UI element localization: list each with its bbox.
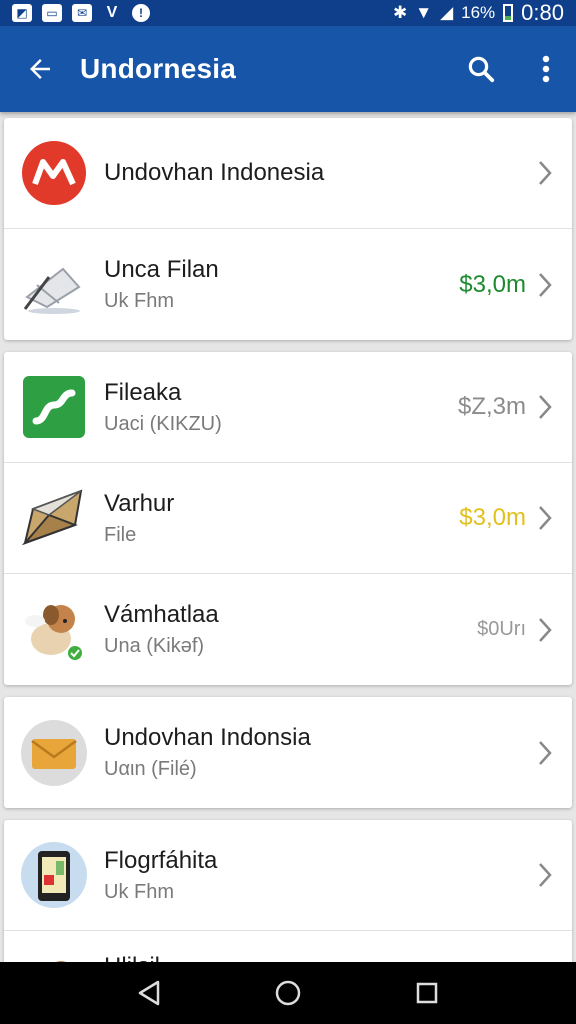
tablet-icon	[21, 842, 87, 908]
mail-envelope-icon	[21, 719, 87, 786]
nav-home-button[interactable]	[258, 963, 318, 1023]
list-item[interactable]: Undovhan Indonsia Uαιn (Filé)	[4, 697, 572, 808]
chevron-right-icon	[536, 352, 572, 462]
chevron-right-icon	[536, 697, 572, 808]
item-subtitle: Uaci (KIKZU)	[104, 412, 222, 435]
vpn-icon: V	[106, 4, 118, 21]
photo-icon: ▭	[42, 4, 62, 22]
app-list[interactable]: Undovhan Indonesia Unca Filan Uk Fhm $3,…	[0, 112, 576, 962]
mail-icon: ✉	[72, 4, 92, 22]
item-title: Undovhan Indonesia	[104, 159, 325, 186]
info-icon: !	[132, 4, 150, 22]
system-indicators: ✱ ▼ ◢ 16% 0:80	[393, 0, 564, 26]
item-subtitle: Uαιn (Filé)	[104, 758, 197, 780]
list-item[interactable]: Unca Filan Uk Fhm $3,0m	[4, 229, 572, 340]
nav-recents-button[interactable]	[397, 963, 457, 1023]
circle-home-icon	[275, 980, 301, 1006]
list-card: Undovhan Indonsia Uαιn (Filé)	[4, 697, 572, 808]
list-item[interactable]: Varhur File $3,0m	[4, 463, 572, 574]
more-vert-icon	[542, 55, 550, 83]
list-item[interactable]: Fileaka Uaci (KIKZU) $Z,3m	[4, 352, 572, 463]
battery-percent: 16%	[461, 3, 496, 22]
list-item[interactable]: Vámhatlaa Una (Kikǝf) $0Urı	[4, 574, 572, 685]
item-price: $0Urı	[477, 618, 526, 640]
file-edit-icon	[23, 267, 81, 314]
square-recents-icon	[416, 982, 437, 1004]
system-nav-bar	[0, 962, 576, 1024]
app-bar: Undornesia	[0, 26, 576, 112]
item-price: $3,0m	[459, 504, 526, 531]
brand-m-icon	[22, 141, 86, 205]
image-icon: ◩	[12, 4, 32, 22]
chevron-right-icon	[536, 820, 572, 930]
item-subtitle: Una (Kikǝf)	[104, 635, 205, 657]
triangle-back-icon	[139, 980, 160, 1006]
overflow-menu-button[interactable]	[516, 26, 576, 112]
list-card: Undovhan Indonesia Unca Filan Uk Fhm $3,…	[4, 118, 572, 340]
search-button[interactable]	[446, 26, 516, 112]
item-subtitle: Uk Fhm	[104, 290, 174, 312]
puppy-icon	[55, 961, 67, 962]
list-item[interactable]: Undovhan Indonesia	[4, 118, 572, 229]
list-card: Flogrfáhita Uk Fhm Hlilsil	[4, 820, 572, 962]
wifi-icon: ▼	[415, 3, 433, 22]
puppy-icon	[25, 604, 82, 660]
nav-back-button[interactable]	[119, 963, 179, 1023]
chevron-right-icon	[536, 574, 572, 685]
signal-icon: ◢	[440, 3, 454, 22]
list-item[interactable]: Flogrfáhita Uk Fhm	[4, 820, 572, 931]
search-icon	[468, 56, 495, 83]
notification-icons: ◩ ▭ ✉ V !	[12, 4, 150, 22]
list-item[interactable]: Hlilsil	[4, 931, 572, 962]
item-price: $Z,3m	[457, 393, 526, 420]
battery-icon	[503, 4, 514, 22]
item-title: Varhur	[104, 489, 175, 517]
item-title: Hlilsil	[104, 953, 572, 962]
bluetooth-icon: ✱	[392, 3, 408, 22]
envelope-open-icon	[21, 489, 83, 546]
item-title: Undovhan Indonsia	[104, 724, 311, 751]
clock: 0:80	[521, 0, 564, 25]
page-title: Undornesia	[80, 53, 237, 84]
item-subtitle: Uk Fhm	[104, 880, 174, 903]
item-title: Unca Filan	[104, 256, 219, 283]
list-card: Fileaka Uaci (KIKZU) $Z,3m Varhur File $…	[4, 352, 572, 685]
chevron-right-icon	[536, 463, 572, 573]
item-title: Fileaka	[104, 378, 182, 406]
back-button[interactable]	[0, 26, 80, 112]
green-app-icon	[23, 376, 85, 438]
status-bar: ◩ ▭ ✉ V ! ✱ ▼ ◢ 16% 0:80	[0, 0, 576, 26]
arrow-back-icon	[30, 59, 50, 79]
chevron-right-icon	[536, 118, 572, 228]
item-title: Vámhatlaa	[104, 601, 219, 628]
item-subtitle: File	[104, 523, 137, 546]
chevron-right-icon	[536, 229, 572, 340]
item-title: Flogrfáhita	[104, 846, 218, 874]
item-price: $3,0m	[459, 270, 526, 298]
